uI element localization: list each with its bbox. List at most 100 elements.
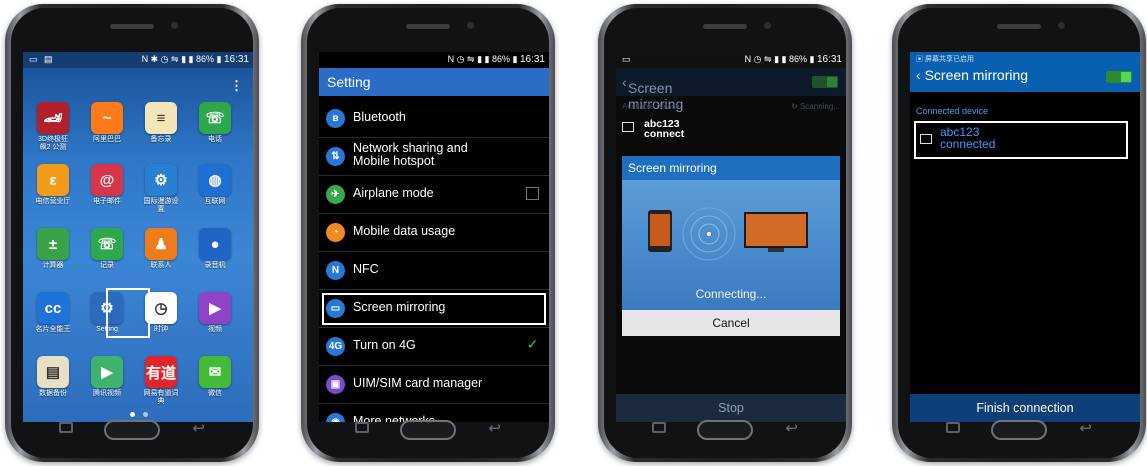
app-youdao[interactable]: 有道 网易有道词 典: [135, 356, 187, 406]
cancel-button[interactable]: Cancel: [622, 310, 840, 336]
app-alibaba[interactable]: ~ 阿里巴巴: [81, 102, 133, 144]
recent-apps-key[interactable]: [652, 422, 666, 433]
app-phone[interactable]: ☏ 电话: [189, 102, 241, 144]
hardware-nav: ↩: [604, 416, 846, 446]
settings-row-airplane[interactable]: ✈ Airplane mode: [319, 176, 549, 214]
app-camcard[interactable]: cc 名片全能王: [27, 292, 79, 334]
checkbox[interactable]: ✓: [526, 337, 539, 352]
status-bar: N ◷ ⇋ ▮ ▮ 86% ▮ 16:31: [319, 52, 549, 68]
internet-icon: ◍: [199, 164, 231, 196]
home-screen: ▭ ▤ N ✱ ◷ ⇋ ▮ ▮ 86% ▮ 16:31 ⋮ 🏎 3D终极狂 飙2 …: [23, 52, 253, 422]
dialog-title: Screen mirroring: [628, 161, 717, 175]
settings-row-nfc[interactable]: N NFC: [319, 252, 549, 290]
settings-row-bluetooth[interactable]: ʙ Bluetooth: [319, 100, 549, 138]
settings-row-label: Network sharing and Mobile hotspot: [353, 141, 468, 168]
tencent-video-icon: ▶: [91, 356, 123, 388]
app-label: 微信: [208, 390, 222, 397]
front-camera: [1058, 22, 1065, 29]
camcard-icon: cc: [37, 292, 69, 324]
back-key[interactable]: ↩: [785, 419, 798, 437]
mirroring-toggle[interactable]: [812, 76, 838, 88]
settings-row-label: NFC: [353, 262, 379, 276]
title-with-back[interactable]: ‹ Screen mirroring: [916, 67, 1028, 83]
dialog-title-bar: Screen mirroring: [622, 156, 840, 180]
battery-percent: 86%: [788, 54, 807, 64]
video-icon: ▶: [199, 292, 231, 324]
home-button[interactable]: [991, 420, 1047, 440]
toggle-knob: [827, 77, 837, 87]
scanning-label: ↻ Scanning...: [791, 102, 840, 111]
app-label: 网易有道词 典: [143, 390, 179, 405]
app-label: 腾讯视频: [93, 390, 121, 397]
hardware-nav: ↩: [11, 416, 253, 446]
page-title-with-back[interactable]: ‹ Screen mirroring: [622, 74, 683, 112]
app-recorder[interactable]: ● 录音机: [189, 228, 241, 270]
app-label: 3D终极狂 飙2 公测: [38, 136, 68, 151]
data-usage-icon: ◔: [326, 223, 345, 242]
app-wechat[interactable]: ✉ 微信: [189, 356, 241, 398]
status-bar: ▭ N ◷ ⇋ ▮ ▮ 86% ▮ 16:31: [616, 52, 846, 68]
checkbox[interactable]: [526, 187, 539, 200]
notification-icons: ▭ ▤: [29, 54, 55, 64]
mirroring-enabled-notice: ▣ 屏幕共享已启用: [916, 56, 974, 63]
battery-percent: 86%: [491, 54, 510, 64]
hotspot-icon: ⇅: [326, 147, 345, 166]
recent-apps-key[interactable]: [946, 422, 960, 433]
home-button[interactable]: [400, 420, 456, 440]
tv-stand: [768, 248, 784, 252]
settings-row-4g[interactable]: 4G Turn on 4G ✓: [319, 328, 549, 366]
app-telecom[interactable]: ε 电信营业厅: [27, 164, 79, 206]
settings-title-bar: Setting: [319, 68, 549, 96]
back-key[interactable]: ↩: [192, 419, 205, 437]
app-label: 名片全能王: [35, 326, 71, 333]
sim-card-icon: ▣: [326, 375, 345, 394]
device-entry[interactable]: abc123 connect: [644, 119, 684, 140]
app-email[interactable]: @ 电子邮件: [81, 164, 133, 206]
app-contacts[interactable]: ♟ 联系人: [135, 228, 187, 270]
app-calculator[interactable]: ± 计算器: [27, 228, 79, 270]
recorder-icon: ●: [199, 228, 231, 260]
app-label: 数据备份: [39, 390, 67, 397]
hardware-nav: ↩: [307, 416, 549, 446]
device-entry[interactable]: abc123 connected: [940, 126, 995, 150]
youdao-icon: 有道: [145, 356, 177, 388]
settings-row-hotspot[interactable]: ⇅ Network sharing and Mobile hotspot: [319, 138, 549, 176]
roaming-icon: ⚙: [145, 164, 177, 196]
settings-screen: N ◷ ⇋ ▮ ▮ 86% ▮ 16:31 Setting ʙ Bluetooth…: [319, 52, 549, 422]
screen-mirroring-highlight-box: [322, 293, 546, 325]
toggle-knob: [1121, 72, 1131, 82]
back-key[interactable]: ↩: [1079, 419, 1092, 437]
device-status: connected: [940, 137, 996, 151]
phone-connecting: ▭ N ◷ ⇋ ▮ ▮ 86% ▮ 16:31 ‹ Screen mirrori…: [598, 4, 852, 462]
settings-row-sim-card[interactable]: ▣ UIM/SIM card manager: [319, 366, 549, 404]
home-button[interactable]: [104, 420, 160, 440]
home-button[interactable]: [697, 420, 753, 440]
connecting-text: Connecting...: [695, 287, 767, 301]
airplane-icon: ✈: [326, 185, 345, 204]
app-tencent-video[interactable]: ▶ 腾讯视频: [81, 356, 133, 398]
recent-apps-key[interactable]: [59, 422, 73, 433]
race-car-icon: 🏎: [37, 102, 69, 134]
overflow-menu-icon[interactable]: ⋮: [230, 78, 243, 94]
app-race-car[interactable]: 🏎 3D终极狂 飙2 公测: [27, 102, 79, 152]
mirroring-toggle[interactable]: [1106, 71, 1132, 83]
notification-icons: ▭: [622, 54, 633, 64]
app-video[interactable]: ▶ 视频: [189, 292, 241, 334]
memo-icon: ≡: [145, 102, 177, 134]
recent-apps-key[interactable]: [355, 422, 369, 433]
app-memo[interactable]: ≡ 备忘录: [135, 102, 187, 144]
app-label: 电信营业厅: [35, 198, 71, 205]
app-label: 联系人: [150, 262, 172, 269]
app-roaming[interactable]: ⚙ 国际漫游设 置: [135, 164, 187, 214]
settings-row-data-usage[interactable]: ◔ Mobile data usage: [319, 214, 549, 252]
phone-bezel: ▣ 屏幕共享已启用 ‹ Screen mirroring Connected d…: [898, 8, 1140, 458]
app-call-log[interactable]: ☏ 记录: [81, 228, 133, 270]
app-backup[interactable]: ▤ 数据备份: [27, 356, 79, 398]
back-key[interactable]: ↩: [488, 419, 501, 437]
settings-highlight-box: [106, 288, 150, 338]
connected-device-label: Connected device: [916, 106, 989, 116]
phone-settings: N ◷ ⇋ ▮ ▮ 86% ▮ 16:31 Setting ʙ Bluetooth…: [301, 4, 555, 462]
hardware-nav: ↩: [898, 416, 1140, 446]
app-internet[interactable]: ◍ 互联网: [189, 164, 241, 206]
app-label: 记录: [100, 262, 114, 269]
